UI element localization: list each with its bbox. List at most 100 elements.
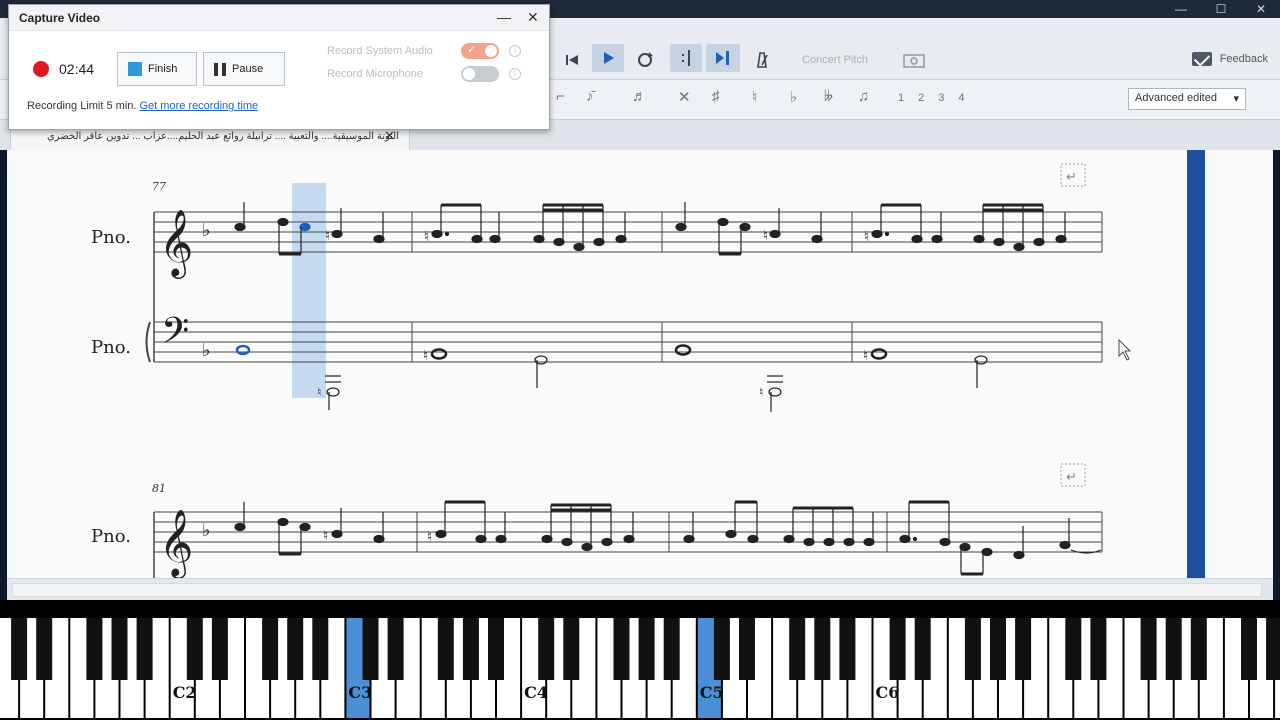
record-microphone-toggle[interactable] [461, 66, 499, 82]
horizontal-scrollbar[interactable] [7, 578, 1273, 600]
piano-black-key[interactable] [186, 618, 203, 680]
flip-icon[interactable]: ♪̄ [586, 88, 594, 105]
piano-black-key[interactable] [563, 618, 580, 680]
voice-1-button[interactable]: 1 [898, 92, 904, 104]
piano-black-key[interactable] [889, 618, 906, 680]
piano-black-key[interactable] [663, 618, 680, 680]
piano-black-key[interactable] [814, 618, 831, 680]
score-canvas[interactable]: 77 Pno. Pno. 𝄞 𝄢 ♭ ♭ ♮ ♮ ♮ ♮ ♮ ♮ ♮ ♮ ↵ 8… [7, 150, 1273, 578]
grace-note-icon[interactable]: ♬ [632, 88, 647, 105]
capture-close-button[interactable]: ✕ [527, 9, 539, 26]
window-minimize-button[interactable]: — [1172, 2, 1190, 16]
play-icon [604, 52, 614, 64]
metronome-icon [757, 52, 768, 68]
tie-icon[interactable]: ♫ [858, 88, 869, 105]
system-2: 81 Pno. 𝄞 ♭ ♮ ♮ ↵ [91, 463, 1103, 578]
piano-black-key[interactable] [638, 618, 655, 680]
capture-minimize-button[interactable]: — [497, 9, 511, 25]
piano-black-key[interactable] [713, 618, 730, 680]
piano-black-key[interactable] [914, 618, 931, 680]
svg-text:♮: ♮ [317, 385, 321, 399]
pause-button[interactable]: Pause [203, 52, 285, 86]
piano-black-key[interactable] [739, 618, 755, 680]
loop-out-button[interactable] [706, 44, 740, 72]
voice-2-button[interactable]: 2 [918, 92, 924, 104]
piano-black-key[interactable] [1090, 618, 1107, 680]
voice-3-button[interactable]: 3 [938, 92, 944, 104]
finish-button[interactable]: Finish [117, 52, 197, 86]
piano-black-key[interactable] [86, 618, 103, 680]
loop-button[interactable] [632, 46, 658, 74]
staff-label: Pno. [91, 526, 131, 547]
window-close-button[interactable]: ✕ [1252, 2, 1270, 16]
recording-limit-label: Recording Limit 5 min. [27, 100, 137, 112]
voice-4-button[interactable]: 4 [958, 92, 964, 104]
key-flat: ♭ [202, 520, 211, 541]
piano-black-key[interactable] [1065, 618, 1082, 680]
natural-toggle-icon[interactable]: ✕ [678, 88, 691, 106]
separator [0, 600, 1280, 614]
loop-out-icon [716, 51, 729, 65]
rewind-button[interactable] [560, 46, 584, 74]
piano-black-key[interactable] [211, 618, 228, 680]
piano-black-key[interactable] [11, 618, 28, 680]
piano-black-key[interactable] [462, 618, 479, 680]
piano-black-key[interactable] [287, 618, 304, 680]
piano-black-key[interactable] [839, 618, 856, 680]
piano-black-key[interactable] [1015, 618, 1032, 680]
piano-keyboard[interactable]: C2 C3 C4 C5 C6 [0, 614, 1280, 720]
loop-icon [638, 52, 653, 67]
voice-buttons: 1 2 3 4 [898, 92, 965, 104]
capture-video-panel: Capture Video — ✕ 02:44 Finish Pause Rec… [8, 4, 550, 130]
record-system-audio-toggle[interactable] [461, 43, 499, 59]
treble-clef: 𝄞 [159, 208, 193, 279]
piano-black-key[interactable] [1165, 618, 1182, 680]
piano-black-key[interactable] [789, 618, 806, 680]
piano-black-key[interactable] [362, 618, 379, 680]
info-icon[interactable]: i [509, 68, 521, 80]
concert-pitch-toggle[interactable]: Concert Pitch [802, 54, 868, 66]
piano-black-key[interactable] [387, 618, 404, 680]
loop-in-icon [682, 50, 690, 66]
piano-black-key[interactable] [1241, 618, 1257, 680]
flat-icon[interactable]: ♭ [790, 88, 797, 106]
piano-black-key[interactable] [538, 618, 555, 680]
piano-black-key[interactable] [262, 618, 279, 680]
measure-number: 77 [152, 180, 166, 193]
piano-black-key[interactable] [990, 618, 1006, 680]
metronome-button[interactable] [750, 46, 774, 74]
natural-icon[interactable]: ♮ [752, 88, 757, 106]
sharp-icon[interactable]: ♯ [712, 88, 720, 105]
piano-black-key[interactable] [1266, 618, 1280, 680]
beam-icon[interactable]: ⌐ [556, 88, 565, 105]
workspace-select[interactable]: Advanced edited ▾ [1128, 88, 1246, 110]
piano-black-key[interactable] [36, 618, 53, 680]
scrollbar-thumb[interactable] [12, 583, 1262, 597]
piano-black-key[interactable] [437, 618, 454, 680]
piano-black-key[interactable] [312, 618, 329, 680]
play-button[interactable] [592, 44, 624, 72]
mouse-cursor-icon [1118, 339, 1131, 361]
metronome-panel-button[interactable] [670, 44, 702, 72]
playhead-cursor [1187, 150, 1205, 578]
piano-black-key[interactable] [136, 618, 153, 680]
svg-text:♮: ♮ [427, 528, 432, 544]
piano-black-key[interactable] [613, 618, 630, 680]
octave-label: C2 [173, 683, 197, 702]
staff-label: Pno. [91, 337, 131, 358]
piano-black-key[interactable] [111, 618, 128, 680]
octave-label: C3 [348, 683, 372, 702]
tab-close-icon[interactable]: ✕ [384, 128, 395, 144]
recording-elapsed: 02:44 [59, 61, 95, 77]
piano-black-key[interactable] [1140, 618, 1157, 680]
image-capture-button[interactable] [900, 46, 928, 74]
double-flat-icon[interactable]: 𝄫 [824, 88, 833, 105]
system-1: 77 Pno. Pno. 𝄞 𝄢 ♭ ♭ ♮ ♮ ♮ ♮ ♮ ♮ ♮ ♮ ↵ [91, 163, 1131, 412]
get-more-time-link[interactable]: Get more recording time [140, 100, 259, 112]
piano-black-key[interactable] [1190, 618, 1207, 680]
window-maximize-button[interactable]: ☐ [1212, 2, 1230, 16]
piano-black-key[interactable] [488, 618, 504, 680]
feedback-button[interactable]: Feedback [1191, 52, 1268, 66]
piano-black-key[interactable] [964, 618, 981, 680]
info-icon[interactable]: i [509, 45, 521, 57]
